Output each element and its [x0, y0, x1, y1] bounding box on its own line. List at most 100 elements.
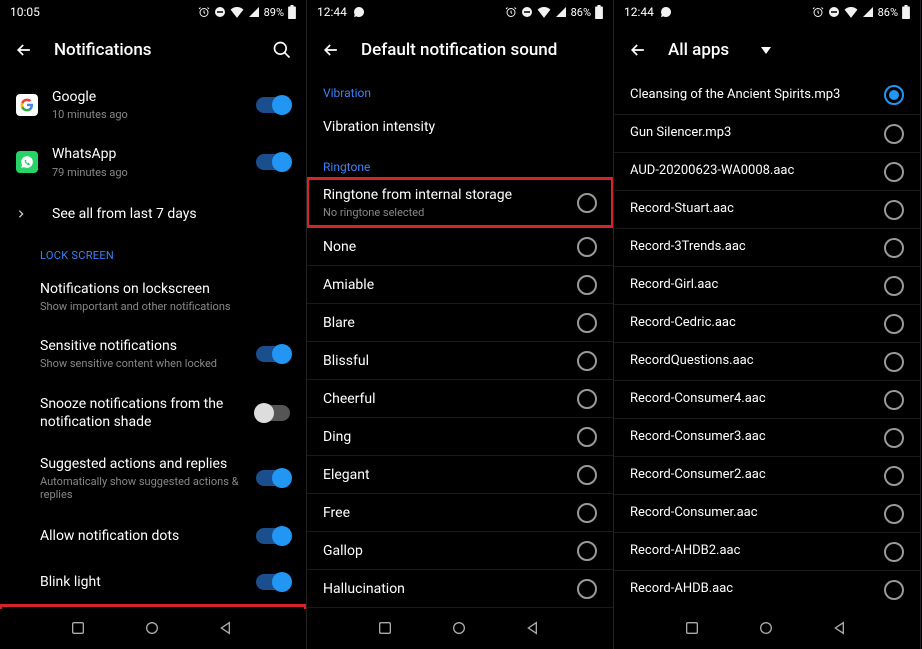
nav-back-icon[interactable] [218, 620, 236, 638]
ringtone-row[interactable]: Cheerful [307, 379, 613, 417]
file-row[interactable]: RecordQuestions.aac [614, 342, 920, 380]
ringtone-storage-row[interactable]: Ringtone from internal storage No ringto… [307, 178, 613, 227]
radio[interactable] [884, 352, 904, 372]
nav-recent-icon[interactable] [70, 620, 88, 638]
ringtone-row[interactable]: Blare [307, 303, 613, 341]
ringtone-row[interactable]: Ding [307, 417, 613, 455]
file-row[interactable]: Record-3Trends.aac [614, 228, 920, 266]
radio[interactable] [884, 200, 904, 220]
toggle[interactable] [256, 346, 290, 362]
navbar [614, 609, 920, 649]
radio[interactable] [577, 351, 597, 371]
see-all-row[interactable]: See all from last 7 days [0, 191, 306, 237]
ringtone-row[interactable]: None [307, 227, 613, 265]
setting-row[interactable]: Blink light [0, 559, 306, 605]
radio[interactable] [884, 314, 904, 334]
toggle[interactable] [256, 470, 290, 486]
dnd-icon [214, 6, 226, 18]
radio[interactable] [884, 390, 904, 410]
file-name: Record-Consumer3.aac [630, 429, 870, 446]
file-row[interactable]: Record-AHDB.aac [614, 570, 920, 608]
setting-row[interactable]: Suggested actions and repliesAutomatical… [0, 443, 306, 514]
radio[interactable] [577, 237, 597, 257]
whatsapp-icon [16, 151, 38, 173]
nav-home-icon[interactable] [144, 620, 162, 638]
setting-row[interactable]: Allow notification dots [0, 513, 306, 559]
file-row[interactable]: Record-Girl.aac [614, 266, 920, 304]
radio[interactable] [577, 275, 597, 295]
ringtone-row[interactable]: Hallucination [307, 569, 613, 607]
radio[interactable] [577, 465, 597, 485]
search-icon[interactable] [272, 40, 292, 60]
ringtone-name: Elegant [323, 466, 563, 484]
nav-home-icon[interactable] [758, 620, 776, 638]
radio[interactable] [884, 238, 904, 258]
file-row[interactable]: AUD-20200623-WA0008.aac [614, 152, 920, 190]
toggle[interactable] [256, 154, 290, 170]
nav-back-icon[interactable] [832, 620, 850, 638]
ringtone-row[interactable]: Gallop [307, 531, 613, 569]
dropdown-icon[interactable] [761, 47, 771, 54]
file-row[interactable]: Record-Consumer4.aac [614, 380, 920, 418]
radio[interactable] [577, 427, 597, 447]
radio[interactable] [577, 389, 597, 409]
back-icon[interactable] [321, 40, 341, 60]
setting-row[interactable]: Notifications on lockscreenShow importan… [0, 268, 306, 325]
status-time: 12:44 [624, 5, 654, 19]
radio[interactable] [884, 124, 904, 144]
ringtone-name: Blissful [323, 352, 563, 370]
vibration-intensity-row[interactable]: Vibration intensity [307, 104, 613, 150]
chevron-right-icon [16, 207, 38, 221]
signal-icon [555, 6, 567, 18]
back-icon[interactable] [628, 40, 648, 60]
toggle[interactable] [256, 528, 290, 544]
nav-recent-icon[interactable] [684, 620, 702, 638]
battery-icon [595, 5, 603, 19]
radio[interactable] [577, 541, 597, 561]
radio[interactable] [884, 466, 904, 486]
radio[interactable] [884, 580, 904, 600]
radio[interactable] [577, 193, 597, 213]
file-row[interactable]: Cleansing of the Ancient Spirits.mp3 [614, 76, 920, 114]
toggle[interactable] [256, 97, 290, 113]
file-row[interactable]: Record-Consumer.aac [614, 494, 920, 532]
radio[interactable] [884, 276, 904, 296]
app-name: WhatsApp [52, 145, 242, 163]
ringtone-row[interactable]: Free [307, 493, 613, 531]
toggle[interactable] [256, 574, 290, 590]
nav-recent-icon[interactable] [377, 620, 395, 638]
setting-row[interactable]: Sensitive notificationsShow sensitive co… [0, 325, 306, 382]
nav-back-icon[interactable] [525, 620, 543, 638]
radio[interactable] [884, 542, 904, 562]
nav-home-icon[interactable] [451, 620, 469, 638]
back-icon[interactable] [14, 40, 34, 60]
radio[interactable] [884, 504, 904, 524]
radio[interactable] [884, 428, 904, 448]
file-row[interactable]: Record-Cedric.aac [614, 304, 920, 342]
toggle[interactable] [256, 405, 290, 421]
radio[interactable] [577, 503, 597, 523]
file-row[interactable]: Gun Silencer.mp3 [614, 114, 920, 152]
file-row[interactable]: Record-Consumer3.aac [614, 418, 920, 456]
file-row[interactable]: Record-Consumer2.aac [614, 456, 920, 494]
setting-row[interactable]: Snooze notifications from the notificati… [0, 383, 306, 443]
battery-icon [902, 5, 910, 19]
app-row-google[interactable]: Google 10 minutes ago [0, 76, 306, 133]
see-all-label: See all from last 7 days [52, 205, 290, 223]
navbar [307, 609, 613, 649]
ringtone-row[interactable]: Blissful [307, 341, 613, 379]
file-row[interactable]: Record-Stuart.aac [614, 190, 920, 228]
app-row-whatsapp[interactable]: WhatsApp 79 minutes ago [0, 133, 306, 190]
statusbar: 12:44 86% [307, 0, 613, 24]
vibration-intensity-label: Vibration intensity [323, 118, 597, 136]
ringtone-row[interactable]: Elegant [307, 455, 613, 493]
setting-sub: Show sensitive content when locked [40, 357, 242, 370]
radio[interactable] [884, 85, 904, 105]
radio[interactable] [577, 313, 597, 333]
radio[interactable] [577, 579, 597, 599]
google-icon [16, 94, 38, 116]
file-row[interactable]: Record-AHDB2.aac [614, 532, 920, 570]
ringtone-row[interactable]: Amiable [307, 265, 613, 303]
radio[interactable] [884, 162, 904, 182]
app-sub: 79 minutes ago [52, 166, 242, 179]
